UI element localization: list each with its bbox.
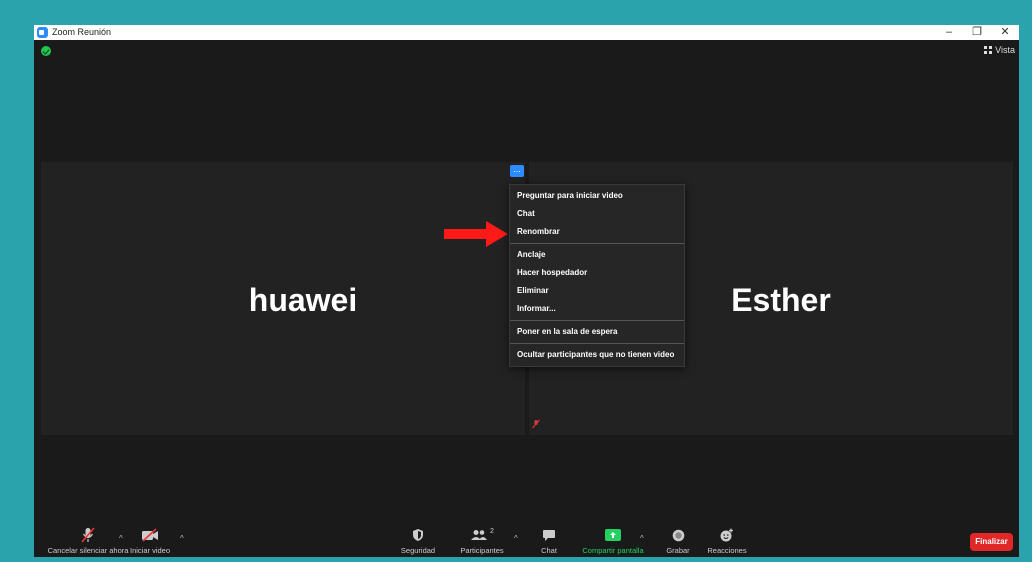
- close-button[interactable]: ✕: [991, 25, 1019, 40]
- participants-label: Participantes: [460, 546, 504, 555]
- menu-item-report[interactable]: Informar...: [510, 300, 684, 318]
- record-icon: [672, 529, 684, 541]
- security-shield-icon: [413, 529, 423, 541]
- unmute-label: Cancelar silenciar ahora: [47, 546, 129, 555]
- view-button[interactable]: Vista: [984, 43, 1015, 57]
- reactions-button[interactable]: Reacciones: [704, 527, 750, 555]
- menu-item-pin[interactable]: Anclaje: [510, 246, 684, 264]
- security-label: Seguridad: [400, 546, 436, 555]
- start-video-label: Iniciar video: [129, 546, 171, 555]
- menu-item-remove[interactable]: Eliminar: [510, 282, 684, 300]
- grid-icon: [984, 46, 993, 54]
- encryption-shield-icon[interactable]: [41, 46, 51, 56]
- reactions-smiley-icon: [720, 528, 733, 542]
- menu-item-hide-non-video[interactable]: Ocultar participantes que no tienen vide…: [510, 346, 684, 364]
- menu-divider: [510, 320, 684, 321]
- video-options-chevron-icon[interactable]: ^: [180, 534, 184, 543]
- chat-label: Chat: [541, 546, 557, 555]
- video-off-icon: [142, 528, 158, 542]
- menu-divider: [510, 243, 684, 244]
- end-meeting-button[interactable]: Finalizar: [970, 533, 1013, 551]
- maximize-button[interactable]: ❐: [963, 25, 991, 40]
- participants-icon: [471, 530, 488, 540]
- chat-button[interactable]: Chat: [534, 527, 564, 555]
- window-title: Zoom Reunión: [52, 27, 112, 37]
- red-arrow-annotation-icon: [444, 221, 508, 247]
- share-screen-button[interactable]: Compartir pantalla: [578, 527, 648, 555]
- start-video-button[interactable]: Iniciar video: [124, 527, 176, 555]
- minimize-button[interactable]: –: [935, 25, 963, 40]
- security-button[interactable]: Seguridad: [396, 527, 440, 555]
- meeting-toolbar: Cancelar silenciar ahora ^ Iniciar video…: [34, 523, 1019, 557]
- participant-name: huawei: [248, 282, 358, 318]
- participant-context-menu: Preguntar para iniciar video Chat Renomb…: [509, 184, 685, 367]
- audio-options-chevron-icon[interactable]: ^: [119, 534, 123, 543]
- share-screen-icon: [605, 529, 621, 541]
- participants-options-chevron-icon[interactable]: ^: [514, 534, 518, 543]
- menu-item-chat[interactable]: Chat: [510, 205, 684, 223]
- record-button[interactable]: Grabar: [662, 527, 694, 555]
- menu-item-make-host[interactable]: Hacer hospedador: [510, 264, 684, 282]
- participant-tile-huawei[interactable]: huawei: [41, 162, 525, 435]
- share-options-chevron-icon[interactable]: ^: [640, 534, 644, 543]
- muted-mic-icon: [532, 419, 540, 429]
- reactions-label: Reacciones: [707, 546, 747, 555]
- title-bar: Zoom Reunión – ❐ ✕: [34, 25, 1019, 40]
- menu-item-rename[interactable]: Renombrar: [510, 223, 684, 241]
- mic-muted-icon: [81, 527, 95, 543]
- participants-count: 2: [490, 527, 494, 535]
- menu-item-waiting-room[interactable]: Poner en la sala de espera: [510, 323, 684, 341]
- zoom-window: Zoom Reunión – ❐ ✕ Vista huawei Esther .…: [34, 25, 1019, 557]
- menu-divider: [510, 343, 684, 344]
- menu-item-ask-start-video[interactable]: Preguntar para iniciar video: [510, 187, 684, 205]
- share-screen-label: Compartir pantalla: [582, 546, 644, 555]
- participant-more-button[interactable]: ...: [510, 165, 524, 177]
- chat-bubble-icon: [543, 529, 555, 541]
- participants-button[interactable]: 2 Participantes: [454, 527, 510, 556]
- view-label: Vista: [995, 45, 1015, 55]
- record-label: Grabar: [666, 546, 690, 555]
- zoom-logo-icon: [37, 27, 48, 38]
